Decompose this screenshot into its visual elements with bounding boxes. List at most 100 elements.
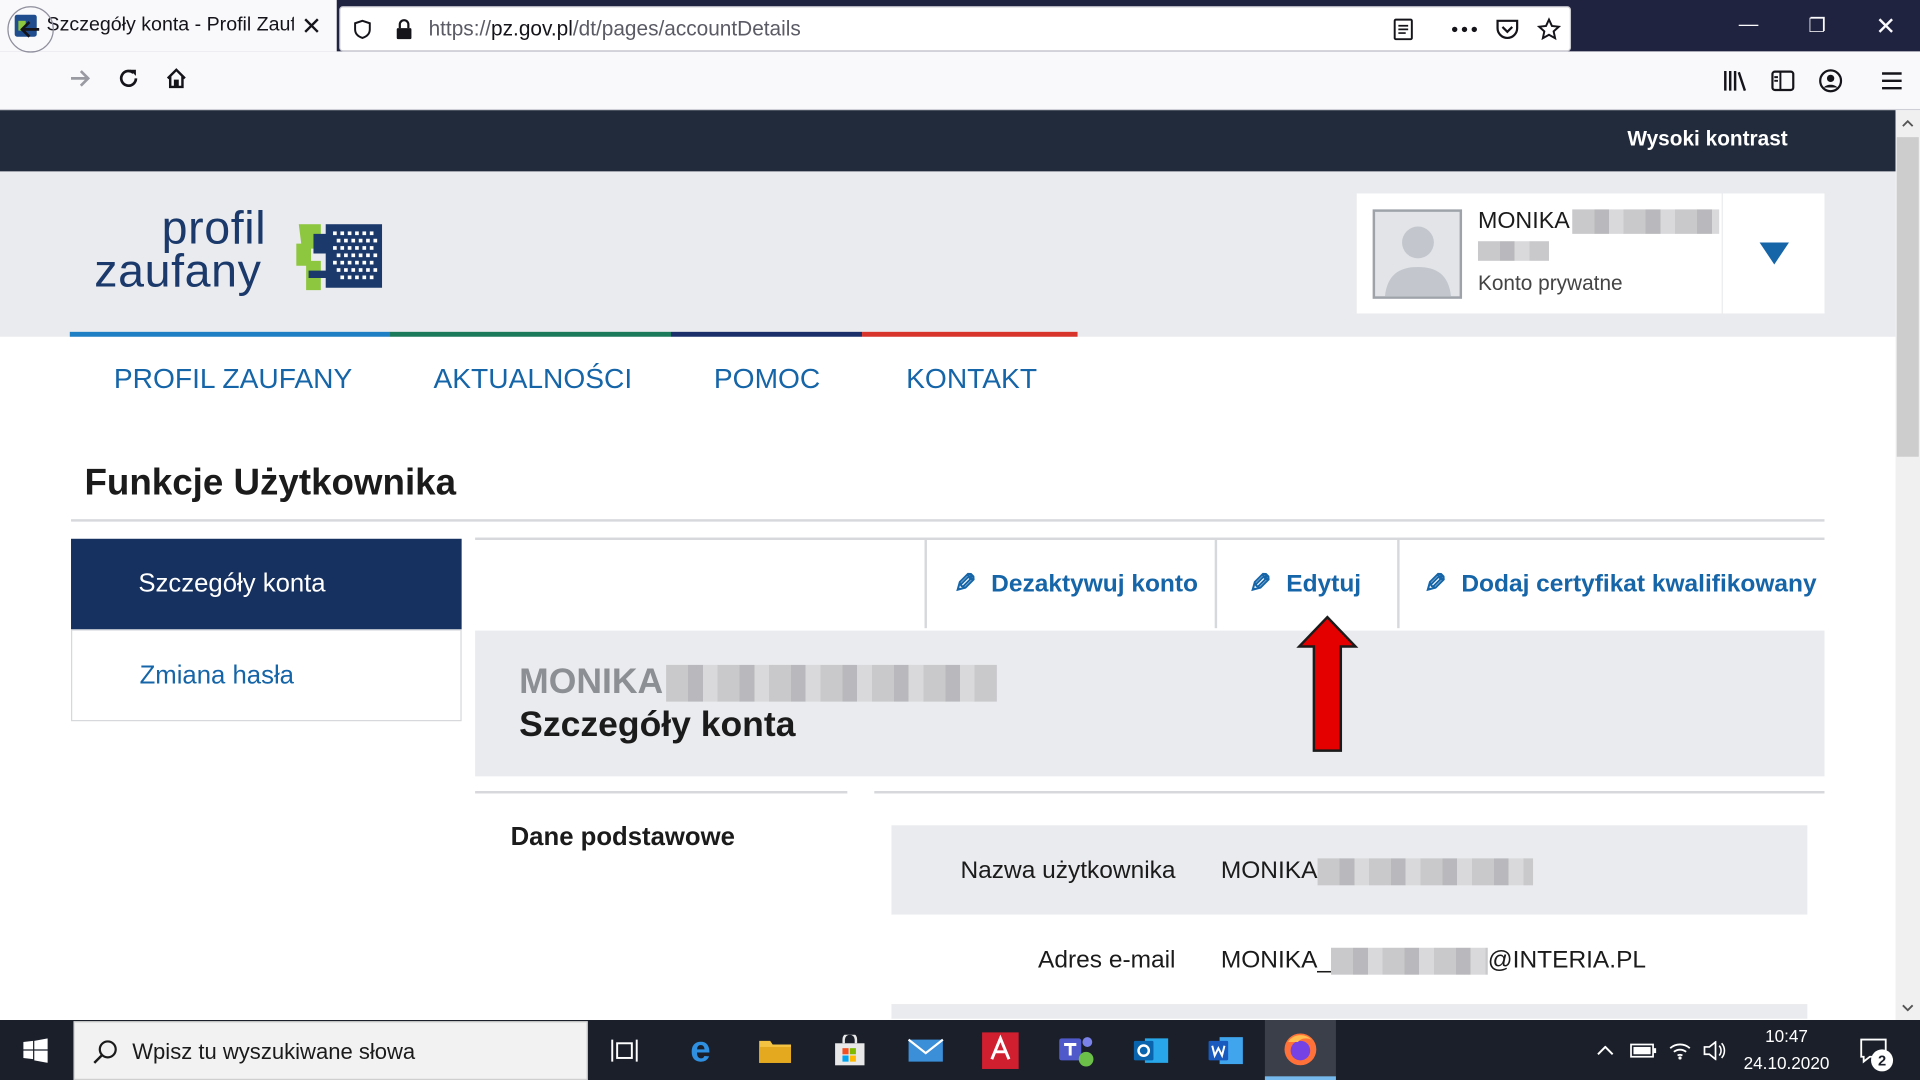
- sidebar-item-szczegoly-konta[interactable]: Szczegóły konta: [71, 538, 462, 630]
- account-heading: Szczegóły konta: [519, 705, 796, 745]
- edge-browser-icon[interactable]: e: [672, 1022, 728, 1078]
- volume-icon[interactable]: [1697, 1032, 1731, 1069]
- logo-text-profil[interactable]: profil: [162, 206, 267, 253]
- menu-profil-zaufany[interactable]: PROFIL ZAUFANY: [114, 362, 352, 395]
- field-value-username: MONIKA: [1221, 857, 1533, 885]
- triangle-down-icon: [1758, 242, 1789, 265]
- forward-button[interactable]: [59, 58, 101, 100]
- deactivate-account-label: Dezaktywuj konto: [991, 570, 1198, 597]
- window-restore-button[interactable]: ❐: [1783, 0, 1852, 51]
- microsoft-store-icon[interactable]: [822, 1022, 878, 1078]
- account-summary-box: [475, 630, 1825, 777]
- clock-date[interactable]: 24.10.2020: [1733, 1053, 1841, 1073]
- edit-label: Edytuj: [1286, 570, 1362, 597]
- field-label-username: Nazwa użytkownika: [960, 857, 1176, 885]
- deactivate-account-button[interactable]: ✎ Dezaktywuj konto: [924, 540, 1215, 629]
- pocket-icon[interactable]: [1493, 15, 1522, 44]
- redacted-name-line2: [1477, 240, 1549, 262]
- notifications-button[interactable]: 2: [1849, 1026, 1898, 1075]
- header-stripe-navy: [671, 331, 863, 337]
- bookmark-star-icon[interactable]: [1534, 15, 1563, 44]
- firefox-icon: [1284, 1033, 1317, 1066]
- tracking-shield-icon[interactable]: [348, 15, 377, 44]
- teams-icon[interactable]: [1048, 1022, 1104, 1078]
- more-actions-icon[interactable]: [1450, 15, 1479, 44]
- user-menu-dropdown-button[interactable]: [1722, 193, 1825, 314]
- firefox-taskbar-item[interactable]: [1264, 1020, 1336, 1080]
- file-explorer-icon[interactable]: [747, 1022, 803, 1078]
- redacted-surname-blur: [665, 665, 997, 703]
- taskbar-search-box[interactable]: Wpisz tu wyszukiwane słowa: [73, 1021, 588, 1080]
- pencil-icon: ✎: [953, 568, 977, 599]
- scroll-down-icon[interactable]: [1896, 997, 1920, 1019]
- sidebar-toggle-icon[interactable]: [1762, 60, 1804, 102]
- fields-divider: [874, 791, 1825, 794]
- windows-logo-icon: [23, 1037, 48, 1063]
- back-button[interactable]: [7, 6, 54, 53]
- arrow-left-icon: [20, 21, 40, 38]
- red-arrow-annotation-icon: [1296, 615, 1359, 752]
- notification-count-badge: 2: [1871, 1049, 1894, 1072]
- avatar: [1372, 209, 1463, 299]
- library-icon[interactable]: [1714, 60, 1756, 102]
- url-bar[interactable]: https://pz.gov.pl/dt/pages/accountDetail…: [339, 6, 1572, 52]
- tab-close-icon[interactable]: ✕: [301, 10, 322, 41]
- header-stripe-blue: [69, 331, 390, 337]
- start-button[interactable]: [0, 1020, 71, 1080]
- high-contrast-toggle[interactable]: Wysoki kontrast: [1627, 127, 1787, 151]
- profil-zaufany-logo-icon[interactable]: [294, 224, 385, 291]
- scrollbar-thumb[interactable]: [1896, 137, 1919, 457]
- reload-button[interactable]: [108, 58, 150, 100]
- clock-time[interactable]: 10:47: [1733, 1026, 1841, 1046]
- add-certificate-button[interactable]: ✎ Dodaj certyfikat kwalifikowany: [1397, 540, 1824, 629]
- field-row-next: [891, 1004, 1808, 1019]
- menu-aktualnosci[interactable]: AKTUALNOŚCI: [433, 362, 632, 395]
- home-button[interactable]: [156, 58, 198, 100]
- wifi-icon[interactable]: [1663, 1032, 1697, 1069]
- account-name: MONIKA: [519, 662, 997, 703]
- scroll-up-icon[interactable]: [1896, 113, 1920, 135]
- tab-title: Szczegóły konta - Profil Zaufany: [46, 14, 294, 36]
- redacted-name-blur: [1572, 209, 1720, 234]
- outlook-icon[interactable]: [1123, 1022, 1179, 1078]
- browser-navigation-bar: [0, 51, 1920, 111]
- url-text[interactable]: https://pz.gov.pl/dt/pages/accountDetail…: [429, 17, 801, 41]
- window-minimize-button[interactable]: —: [1714, 0, 1783, 51]
- section-divider: [71, 519, 1825, 522]
- pencil-icon: ✎: [1248, 568, 1272, 599]
- sidebar-item-zmiana-hasla[interactable]: Zmiana hasła: [71, 629, 462, 722]
- menu-kontakt[interactable]: KONTAKT: [906, 362, 1037, 395]
- high-contrast-bar: Wysoki kontrast: [0, 110, 1896, 172]
- header-stripe-red: [862, 331, 1078, 337]
- mail-icon[interactable]: [898, 1022, 954, 1078]
- tray-expand-icon[interactable]: [1589, 1032, 1621, 1069]
- reader-view-icon[interactable]: [1389, 15, 1418, 44]
- search-icon: [93, 1040, 117, 1064]
- redacted-email-blur: [1331, 947, 1488, 975]
- reload-icon: [119, 69, 138, 88]
- add-certificate-label: Dodaj certyfikat kwalifikowany: [1461, 570, 1817, 597]
- pencil-icon: ✎: [1424, 568, 1447, 599]
- task-view-icon[interactable]: [596, 1022, 652, 1078]
- basic-data-heading: Dane podstawowe: [510, 822, 735, 852]
- word-icon[interactable]: [1198, 1022, 1254, 1078]
- field-label-email: Adres e-mail: [1038, 946, 1176, 974]
- home-icon: [166, 68, 186, 89]
- basic-data-divider: [475, 791, 848, 794]
- lock-icon[interactable]: [389, 15, 418, 44]
- account-icon[interactable]: [1810, 60, 1852, 102]
- window-close-button[interactable]: ✕: [1851, 0, 1920, 51]
- search-placeholder: Wpisz tu wyszukiwane słowa: [132, 1039, 416, 1065]
- logo-text-zaufany[interactable]: zaufany: [94, 249, 261, 296]
- account-type: Konto prywatne: [1477, 271, 1623, 296]
- hamburger-menu-icon[interactable]: [1871, 60, 1913, 102]
- field-value-email: MONIKA_ @INTERIA.PL: [1220, 946, 1647, 975]
- section-title: Funkcje Użytkownika: [84, 462, 457, 504]
- battery-icon[interactable]: [1626, 1032, 1660, 1069]
- menu-pomoc[interactable]: POMOC: [714, 362, 820, 395]
- arrow-right-icon: [71, 70, 91, 87]
- header-stripe-green: [389, 331, 672, 337]
- user-avatar-icon: [1384, 226, 1452, 297]
- app-ipocc-icon[interactable]: [972, 1022, 1028, 1078]
- user-name: MONIKA: [1478, 208, 1720, 235]
